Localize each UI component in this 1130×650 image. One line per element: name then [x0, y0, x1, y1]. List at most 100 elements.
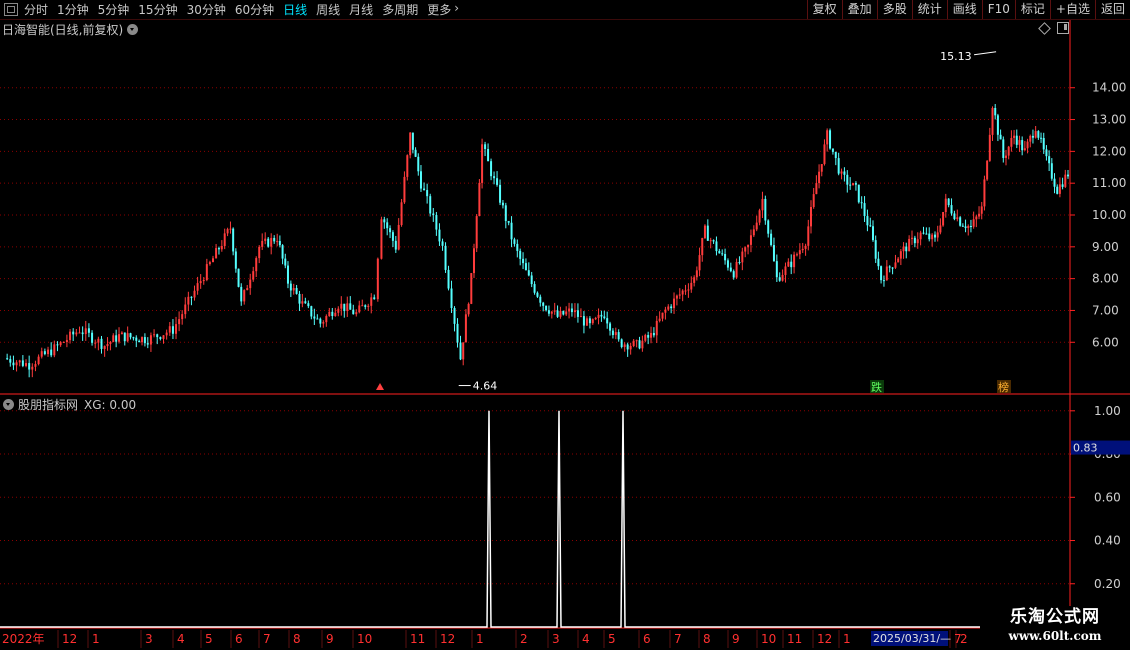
price-tick-label: 13.00	[1092, 113, 1126, 127]
candle-body	[21, 360, 24, 366]
candle-body	[980, 206, 983, 214]
candle-body	[386, 222, 389, 229]
price-tick-label: 10.00	[1092, 208, 1126, 222]
candle-body	[600, 314, 603, 317]
candle-body	[472, 248, 475, 274]
candle-body	[629, 345, 632, 350]
candle-body	[34, 364, 37, 367]
candle-body	[364, 305, 367, 307]
candle-body	[775, 261, 778, 278]
candle-body	[764, 198, 767, 221]
candle-body	[1048, 156, 1051, 164]
candle-body	[820, 164, 823, 172]
candle-body	[931, 234, 934, 240]
candle-body	[1042, 138, 1045, 150]
candle-body	[741, 251, 744, 263]
candle-body	[815, 183, 818, 195]
date-axis-label: 3	[552, 632, 560, 646]
candle-body	[129, 333, 132, 338]
candle-body	[53, 344, 56, 356]
candle-body	[493, 176, 496, 179]
date-axis-label: 7	[263, 632, 271, 646]
candle-body	[562, 310, 565, 315]
candle-body	[991, 107, 994, 135]
candle-body	[1053, 178, 1056, 187]
candle-body	[781, 274, 784, 281]
candle-body	[758, 210, 761, 223]
candle-body	[223, 233, 226, 246]
candle-body	[47, 349, 50, 355]
candle-body	[292, 288, 295, 291]
candle-body	[447, 269, 450, 289]
candle-body	[721, 253, 724, 255]
candle-body	[675, 295, 678, 299]
candle-body	[243, 290, 246, 302]
candle-body	[62, 342, 65, 344]
candle-body	[91, 332, 94, 343]
candle-body	[240, 286, 243, 302]
candle-body	[738, 262, 741, 264]
candle-body	[75, 332, 78, 335]
kline-chart[interactable]: 6.007.008.009.0010.0011.0012.0013.0014.0…	[0, 0, 1130, 650]
candle-body	[417, 156, 420, 172]
candle-body	[435, 215, 438, 230]
candle-body	[459, 342, 462, 360]
candle-body	[961, 225, 964, 227]
candle-body	[464, 314, 467, 343]
candle-body	[487, 149, 490, 162]
candle-body	[1023, 148, 1026, 151]
candle-body	[928, 233, 931, 240]
date-axis-label: 12	[440, 632, 455, 646]
candle-body	[908, 238, 911, 252]
candle-body	[389, 228, 392, 233]
candle-body	[159, 337, 162, 339]
candle-body	[334, 312, 337, 317]
candle-body	[967, 225, 970, 229]
candle-body	[310, 306, 313, 317]
candle-body	[43, 351, 46, 355]
date-axis-label: 6	[643, 632, 651, 646]
candle-body	[936, 232, 939, 238]
candle-body	[261, 240, 264, 247]
candle-body	[641, 340, 644, 349]
date-axis-label: 10	[357, 632, 372, 646]
chevron-down-icon[interactable]	[3, 399, 14, 410]
candle-body	[888, 266, 891, 268]
candle-body	[391, 232, 394, 241]
candle-body	[1031, 135, 1034, 138]
candle-body	[693, 277, 696, 283]
candle-body	[438, 229, 441, 242]
candle-body	[187, 296, 190, 305]
candle-body	[767, 220, 770, 234]
candle-body	[513, 239, 516, 244]
candle-body	[97, 338, 100, 343]
date-axis-label: 4	[582, 632, 590, 646]
candle-body	[361, 305, 364, 307]
candle-body	[744, 247, 747, 252]
candle-body	[670, 306, 673, 309]
candle-body	[793, 254, 796, 268]
candle-body	[199, 281, 202, 284]
candle-body	[869, 225, 872, 227]
candle-body	[798, 250, 801, 255]
candle-body	[1004, 155, 1007, 158]
candle-body	[969, 225, 972, 227]
candle-body	[975, 216, 978, 220]
indicator-value: XG: 0.00	[84, 397, 137, 412]
candle-body	[934, 234, 936, 238]
candle-body	[942, 212, 945, 226]
candle-body	[453, 308, 456, 324]
candle-body	[322, 322, 325, 324]
indicator-name: 股朋指标网	[18, 398, 79, 412]
candle-body	[516, 243, 519, 251]
candle-body	[507, 220, 510, 223]
candle-body	[462, 342, 465, 360]
candle-body	[678, 294, 681, 296]
candle-body	[576, 310, 579, 317]
candle-body	[141, 337, 144, 343]
candle-body	[72, 331, 75, 335]
candle-body	[522, 258, 525, 264]
candle-body	[1034, 131, 1037, 138]
candle-body	[565, 311, 568, 315]
date-axis-label: 8	[703, 632, 711, 646]
